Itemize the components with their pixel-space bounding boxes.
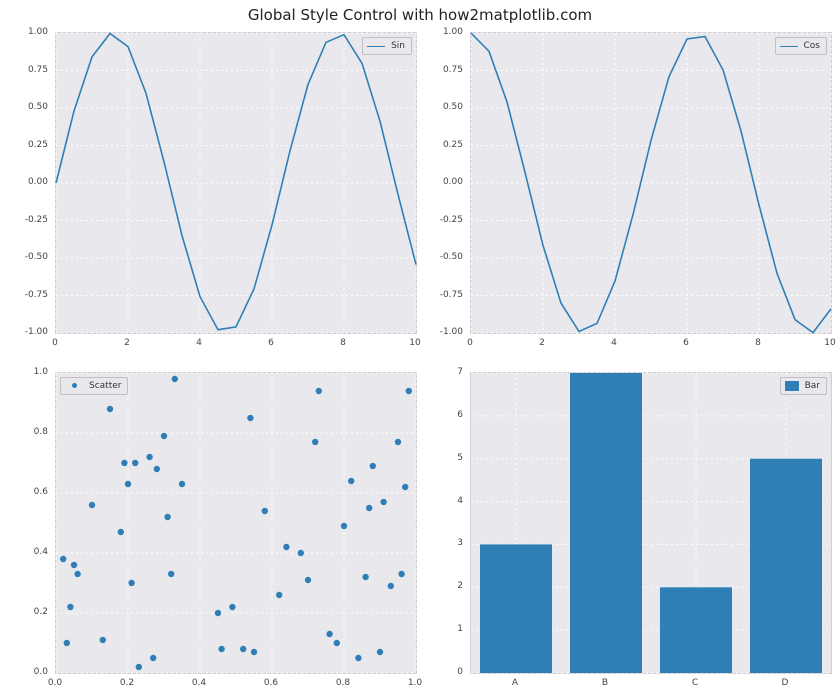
grid (471, 33, 831, 333)
xtick: 2 (539, 338, 545, 348)
ytick: -0.75 (25, 290, 48, 300)
ytick: 0.50 (28, 102, 48, 112)
ytick: -0.50 (25, 252, 48, 262)
yticks-scatter: 0.00.20.40.60.81.0 (0, 372, 52, 674)
ytick: 1.00 (443, 27, 463, 37)
axes-bar: Bar (470, 372, 832, 674)
ytick: 3 (457, 538, 463, 548)
plot-scatter-svg (56, 373, 416, 673)
ytick: 6 (457, 410, 463, 420)
ytick: 0.25 (28, 140, 48, 150)
xtick: 0.8 (336, 678, 350, 688)
legend-label: Cos (804, 41, 820, 51)
legend-bar: Bar (780, 377, 827, 395)
xtick: 4 (611, 338, 617, 348)
legend-label: Sin (391, 41, 405, 51)
legend-swatch-line-icon (780, 46, 798, 47)
axes-cos: Cos (470, 32, 832, 334)
ytick: -0.75 (440, 290, 463, 300)
ytick: 0.50 (443, 102, 463, 112)
ytick: 1 (457, 624, 463, 634)
xtick: 0.6 (264, 678, 278, 688)
ytick: 0.75 (443, 65, 463, 75)
yticks-bar: 01234567 (415, 372, 467, 674)
plot-cos-svg (471, 33, 831, 333)
ytick: 4 (457, 496, 463, 506)
figure-title: Global Style Control with how2matplotlib… (0, 6, 840, 24)
xticks-cos: 0 2 4 6 8 10 (470, 336, 832, 352)
legend-swatch-line-icon (367, 46, 385, 47)
xtick: 8 (755, 338, 761, 348)
ytick: -0.50 (440, 252, 463, 262)
xtick: 6 (268, 338, 274, 348)
xtick: 0.2 (120, 678, 134, 688)
ytick: -1.00 (440, 327, 463, 337)
ytick: 0.6 (34, 487, 48, 497)
xtick: 10 (824, 338, 835, 348)
scatter-dots (60, 376, 412, 670)
ytick: 1.0 (34, 367, 48, 377)
ytick: -0.25 (440, 215, 463, 225)
legend-label: Scatter (89, 381, 121, 391)
legend-sin: Sin (362, 37, 412, 55)
ytick: 2 (457, 581, 463, 591)
ytick: 0.00 (443, 177, 463, 187)
xtick: 8 (340, 338, 346, 348)
axes-scatter: Scatter (55, 372, 417, 674)
legend-label: Bar (805, 381, 820, 391)
xticks-sin: 0 2 4 6 8 10 (55, 336, 417, 352)
ytick: 0.75 (28, 65, 48, 75)
figure: Global Style Control with how2matplotlib… (0, 0, 840, 700)
ytick: 0.4 (34, 547, 48, 557)
legend-cos: Cos (775, 37, 827, 55)
ytick: 0.8 (34, 427, 48, 437)
ytick: -1.00 (25, 327, 48, 337)
grid (56, 373, 416, 673)
xtick: 6 (683, 338, 689, 348)
xtick: D (782, 678, 789, 688)
ytick: 5 (457, 453, 463, 463)
ytick: 0.2 (34, 607, 48, 617)
xtick: 0.0 (48, 678, 62, 688)
xtick: 0.4 (192, 678, 206, 688)
yticks-cos: -1.00-0.75-0.50-0.250.000.250.500.751.00 (415, 32, 467, 334)
xtick: 0 (467, 338, 473, 348)
xtick: 1.0 (408, 678, 422, 688)
plot-sin-svg (56, 33, 416, 333)
xtick: A (512, 678, 518, 688)
xticks-bar: A B C D (470, 676, 832, 692)
legend-swatch-bar-icon (785, 381, 799, 391)
plot-bar-svg (471, 373, 831, 673)
grid (56, 33, 416, 333)
bars (480, 373, 822, 673)
xtick: 0 (52, 338, 58, 348)
sin-line (56, 34, 416, 330)
ytick: 1.00 (28, 27, 48, 37)
ytick: -0.25 (25, 215, 48, 225)
ytick: 0.0 (34, 667, 48, 677)
legend-scatter: Scatter (60, 377, 128, 395)
ytick: 0.00 (28, 177, 48, 187)
ytick: 0.25 (443, 140, 463, 150)
xtick: 4 (196, 338, 202, 348)
ytick: 7 (457, 367, 463, 377)
legend-swatch-dot-icon (65, 382, 83, 390)
yticks-sin: -1.00-0.75-0.50-0.250.000.250.500.751.00 (0, 32, 52, 334)
xticks-scatter: 0.00.20.40.60.81.0 (55, 676, 417, 692)
xtick: 10 (409, 338, 420, 348)
ytick: 0 (457, 667, 463, 677)
xtick: B (602, 678, 608, 688)
xtick: C (692, 678, 698, 688)
axes-sin: Sin (55, 32, 417, 334)
xtick: 2 (124, 338, 130, 348)
